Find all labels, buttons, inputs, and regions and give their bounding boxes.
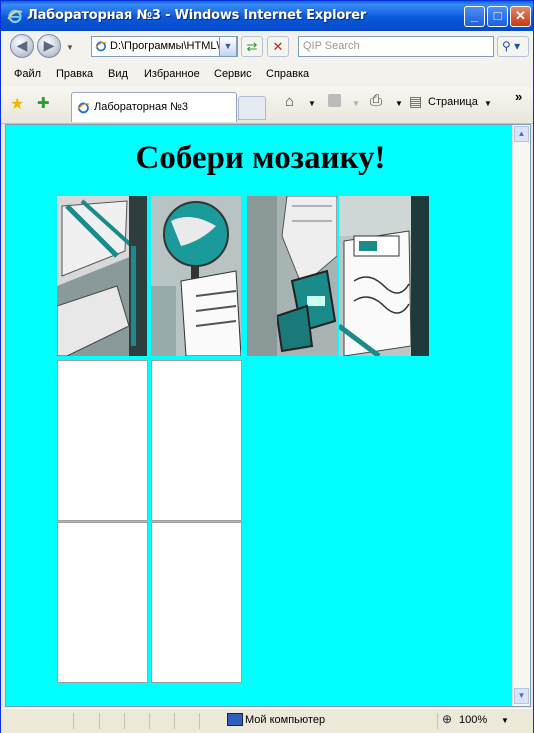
address-url: D:\Программы\HTML\ — [110, 40, 220, 52]
window-title: Лабораторная №3 - Windows Internet Explo… — [27, 8, 367, 23]
tab-current[interactable]: Лабораторная №3 — [71, 92, 237, 122]
refresh-button[interactable]: ⇄ — [241, 36, 263, 57]
security-zone: Мой компьютер — [245, 714, 326, 726]
stop-button[interactable]: ✕ — [267, 36, 289, 57]
puzzle-piece-3[interactable] — [247, 196, 337, 356]
minimize-button[interactable]: _ — [464, 6, 485, 27]
maximize-button[interactable]: □ — [487, 6, 508, 27]
status-divider — [73, 713, 74, 729]
forward-button[interactable]: ▶ — [37, 34, 61, 58]
search-input[interactable]: QIP Search — [298, 36, 494, 57]
page-icon: ▤ — [409, 93, 423, 109]
print-dropdown-icon[interactable]: ▼ — [395, 99, 403, 108]
chevron-more-icon[interactable]: » — [515, 89, 522, 104]
history-dropdown-icon[interactable]: ▼ — [66, 43, 74, 52]
title-bar: Лабораторная №3 - Windows Internet Explo… — [1, 1, 533, 31]
page-title: Собери мозаику! — [135, 140, 386, 176]
zoom-level[interactable]: 100% — [459, 714, 487, 726]
browser-window: Лабораторная №3 - Windows Internet Explo… — [0, 0, 534, 733]
menu-edit[interactable]: Правка — [56, 68, 93, 80]
page-viewport: Собери мозаику! ▲ ▼ — [5, 124, 531, 707]
rss-dropdown-icon[interactable]: ▼ — [352, 99, 360, 108]
status-divider — [99, 713, 100, 729]
scroll-down-button[interactable]: ▼ — [514, 688, 529, 704]
menu-help[interactable]: Справка — [266, 68, 309, 80]
computer-icon — [227, 713, 243, 726]
menu-view[interactable]: Вид — [108, 68, 128, 80]
page-menu-button[interactable]: Страница — [428, 96, 478, 108]
zoom-dropdown-icon[interactable]: ▼ — [501, 716, 509, 725]
status-divider — [199, 713, 200, 729]
menu-file[interactable]: Файл — [14, 68, 41, 80]
puzzle-piece-4[interactable] — [339, 196, 429, 356]
status-divider — [174, 713, 175, 729]
menu-tools[interactable]: Сервис — [214, 68, 252, 80]
add-favorites-icon[interactable]: ✚ — [37, 94, 50, 112]
search-button[interactable]: ⚲ ▾ — [497, 36, 529, 57]
refresh-icon: ⇄ — [246, 39, 258, 54]
close-button[interactable]: ✕ — [510, 6, 531, 27]
forward-icon: ▶ — [43, 37, 55, 53]
command-toolbar: ★ ✚ Лабораторная №3 ⌂ ▼ ▼ ⎙ ▼ ▤ Страница… — [1, 87, 533, 124]
zoom-icon: ⊕ — [442, 712, 453, 726]
address-dropdown-button[interactable]: ▼ — [219, 36, 237, 57]
stop-icon: ✕ — [272, 39, 284, 54]
page-dropdown-icon[interactable]: ▼ — [484, 99, 492, 108]
status-divider — [124, 713, 125, 729]
favorites-star-icon[interactable]: ★ — [10, 94, 24, 114]
board-cell-3[interactable] — [57, 522, 148, 683]
ie-icon — [77, 102, 90, 114]
menu-bar: Файл Правка Вид Избранное Сервис Справка — [1, 63, 533, 88]
print-icon[interactable]: ⎙ — [370, 92, 382, 109]
address-input[interactable]: D:\Программы\HTML\ — [91, 36, 238, 57]
back-button[interactable]: ◀ — [10, 34, 34, 58]
menu-favorites[interactable]: Избранное — [144, 68, 200, 80]
status-divider — [437, 713, 438, 729]
new-tab-button[interactable] — [238, 96, 266, 120]
rss-icon[interactable] — [328, 94, 341, 107]
puzzle-piece-2[interactable] — [151, 196, 241, 356]
search-icon: ⚲ ▾ — [502, 39, 521, 53]
home-dropdown-icon[interactable]: ▼ — [308, 99, 316, 108]
board-cell-2[interactable] — [151, 360, 242, 521]
home-icon[interactable]: ⌂ — [285, 93, 294, 110]
board-cell-4[interactable] — [151, 522, 242, 683]
address-toolbar: ◀ ▶ ▼ D:\Программы\HTML\ ▼ ⇄ ✕ QIP Searc… — [1, 31, 533, 64]
vertical-scrollbar[interactable]: ▲ ▼ — [512, 125, 530, 706]
tab-title: Лабораторная №3 — [94, 101, 189, 113]
status-divider — [149, 713, 150, 729]
back-icon: ◀ — [16, 37, 28, 53]
ie-icon — [95, 41, 107, 52]
board-cell-1[interactable] — [57, 360, 148, 521]
puzzle-piece-1[interactable] — [57, 196, 147, 356]
ie-icon — [7, 9, 23, 24]
status-bar: Мой компьютер ⊕ 100% ▼ — [1, 708, 533, 733]
scroll-up-button[interactable]: ▲ — [514, 126, 529, 142]
